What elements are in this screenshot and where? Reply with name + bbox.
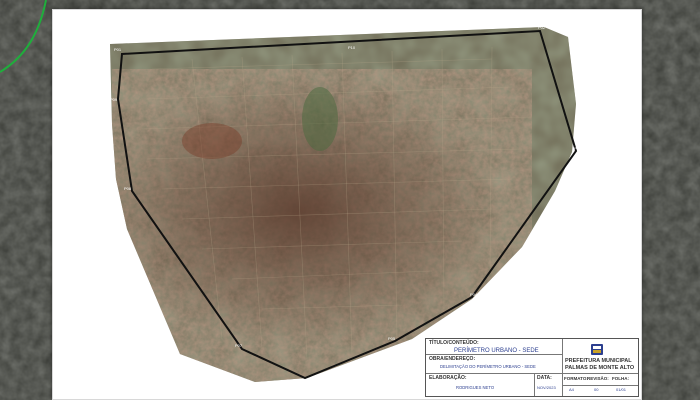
work-value: DELIMITAÇÃO DO PERÍMETRO URBANO - SEDE [440,364,536,369]
vertex-label: P09 [110,97,118,102]
org-name-line2: PALMAS DE MONTE ALTO [565,365,635,371]
title-label: TÍTULO/CONTEÚDO: [429,340,479,346]
sheet-label: FOLHA: [612,376,629,381]
vertex-label: P08 [124,186,132,191]
vertex-label: P10 [348,45,356,50]
municipal-coat-of-arms-icon [591,344,603,355]
vertex-label: P06 [302,379,310,384]
revision-label: REVISÃO: [587,376,609,381]
vertex-label: P05 [388,336,396,341]
date-label: DATA: [537,375,552,381]
format-label: FORMATO: [564,376,588,381]
title-value: PERÍMETRO URBANO - SEDE [454,348,539,354]
vertex-label: P07 [235,343,243,348]
prepared-value: RODRIGUES NETO [456,385,495,390]
vertex-label: P01 [114,47,122,52]
title-block: TÍTULO/CONTEÚDO: PERÍMETRO URBANO - SEDE… [425,338,639,397]
vertex-label: P02 [538,25,546,30]
sheet-value: 01/01 [616,387,627,392]
prepared-label: ELABORAÇÃO: [429,375,467,381]
date-value: NOV/2023 [537,385,556,390]
vertex-label: P04 [470,292,478,297]
work-label: OBRA/ENDEREÇO: [429,356,476,362]
revision-value: 00 [594,387,599,392]
vertex-label: P03 [574,146,582,151]
org-name-line1: PREFEITURA MUNICIPAL [565,358,632,364]
format-value: A4 [569,387,574,392]
